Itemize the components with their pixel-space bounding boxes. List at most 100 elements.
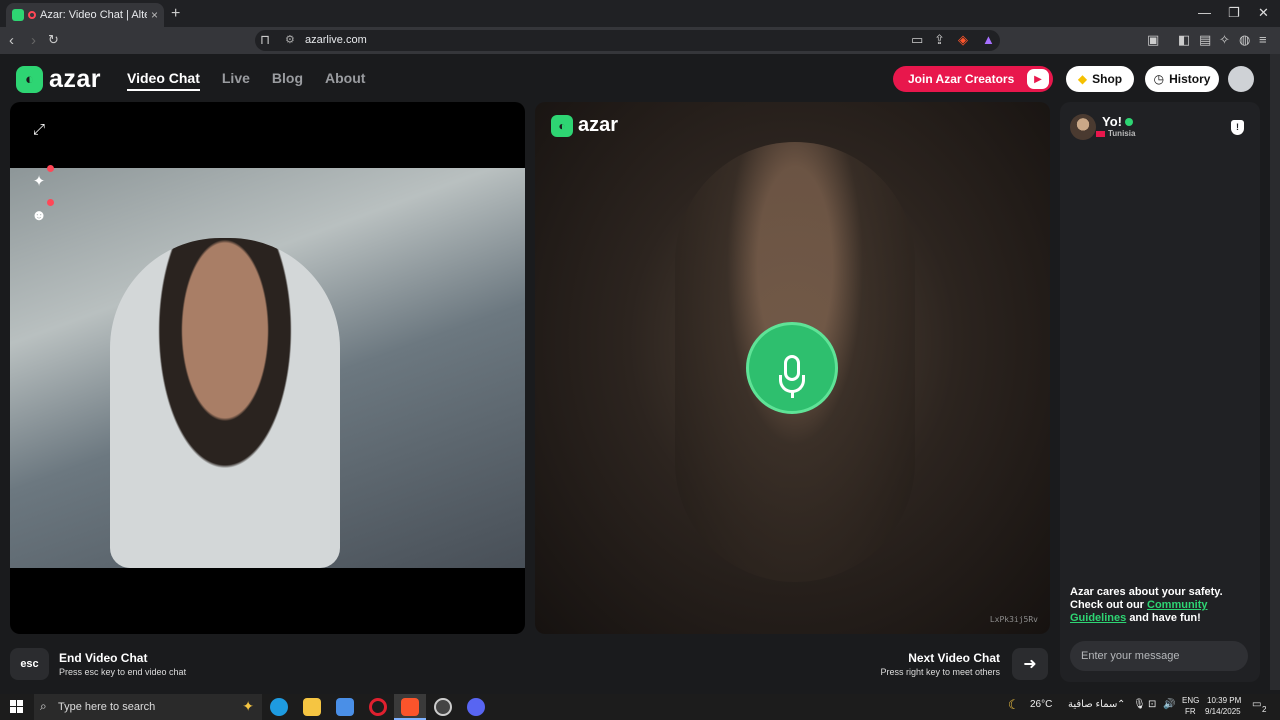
notification-icon[interactable]: ▭: [1252, 699, 1261, 710]
partner-pane-logo: ◐ azar: [551, 114, 618, 137]
nav-video-chat[interactable]: Video Chat: [127, 70, 200, 91]
maximize-button[interactable]: ❐: [1228, 5, 1240, 21]
url-text: azarlive.com: [305, 34, 367, 46]
next-video-chat-title[interactable]: Next Video Chat: [908, 651, 1000, 665]
browser-tab-bar: Azar: Video Chat | Alternative × + — ❐ ✕: [0, 0, 1280, 27]
peer-profile[interactable]: Yo! Tunisia: [1070, 114, 1135, 140]
page-scrollbar[interactable]: [1270, 54, 1280, 690]
peer-country: Tunisia: [1108, 129, 1136, 138]
vpn-icon[interactable]: ◍: [1239, 32, 1250, 48]
brave-rewards-icon[interactable]: ▲: [982, 32, 995, 47]
safety-notice: Azar cares about your safety. Check out …: [1070, 586, 1250, 625]
windows-start-icon[interactable]: [10, 700, 23, 713]
discord-icon[interactable]: [467, 698, 485, 716]
forward-icon[interactable]: ›: [31, 32, 36, 49]
my-camera-feed: [10, 168, 525, 568]
azar-logo[interactable]: ◐ azar: [16, 65, 101, 94]
flag-icon: [1096, 130, 1105, 137]
peer-avatar[interactable]: [1070, 114, 1096, 140]
tab-title: Azar: Video Chat | Alternative: [40, 9, 147, 21]
azar-favicon-icon: [12, 9, 24, 21]
shop-button[interactable]: ◆ Shop: [1066, 66, 1134, 92]
safety-line-3: and have fun!: [1129, 612, 1201, 624]
nav-about[interactable]: About: [325, 70, 365, 91]
browser-tab[interactable]: Azar: Video Chat | Alternative ×: [6, 3, 164, 27]
address-bar[interactable]: ⊓ ⚙ azarlive.com: [255, 30, 1000, 51]
language-fr[interactable]: FR: [1185, 707, 1196, 716]
obs-icon[interactable]: [434, 698, 452, 716]
volume-icon[interactable]: 🔊: [1163, 699, 1175, 710]
close-window-button[interactable]: ✕: [1258, 5, 1269, 21]
fullscreen-icon[interactable]: ⤢: [28, 118, 50, 140]
clock-time[interactable]: 10:39 PM: [1207, 696, 1241, 705]
mask-notification-dot: [47, 199, 54, 206]
arrow-right-icon[interactable]: ➜: [1012, 648, 1048, 680]
history-button[interactable]: ◷ History: [1145, 66, 1219, 92]
nav-blog[interactable]: Blog: [272, 70, 303, 91]
menu-icon[interactable]: ≡: [1259, 32, 1267, 47]
brave-icon[interactable]: [401, 698, 419, 716]
join-creators-button[interactable]: Join Azar Creators ▶: [893, 66, 1053, 92]
azar-watermark-icon: ◐: [551, 114, 573, 137]
share-icon[interactable]: ⇪: [934, 32, 945, 48]
nav-live[interactable]: Live: [222, 70, 250, 91]
sparkle-effects-icon[interactable]: ✦: [28, 165, 54, 192]
verified-icon: [1124, 118, 1133, 126]
reload-icon[interactable]: ↻: [48, 32, 59, 48]
play-icon: ▶: [1027, 69, 1049, 89]
site-info-icon[interactable]: ⚙: [285, 33, 295, 46]
brave-shields-icon[interactable]: ◈: [958, 32, 968, 48]
my-video-pane: ⤢ ✦ ☻: [10, 102, 525, 634]
sidebar-icon[interactable]: ◧: [1178, 32, 1190, 48]
weather-text[interactable]: سماء صافية: [1068, 699, 1117, 710]
my-camera-person: [110, 238, 340, 568]
weather-moon-icon[interactable]: ☾: [1008, 697, 1020, 713]
clock-icon: ◷: [1153, 72, 1165, 86]
taskbar-search[interactable]: ⌕ Type here to search ✦: [34, 694, 262, 720]
recording-indicator-icon: [28, 11, 36, 19]
user-icon[interactable]: [1228, 66, 1254, 92]
clock-date[interactable]: 9/14/2025: [1205, 707, 1241, 716]
tray-chevron-icon[interactable]: ⌃: [1117, 699, 1125, 710]
microphone-button[interactable]: [746, 322, 838, 414]
chat-panel: Yo! Tunisia ! Azar cares about your safe…: [1060, 102, 1260, 682]
taskbar-search-placeholder: Type here to search: [58, 701, 156, 713]
gem-icon: ◆: [1077, 72, 1088, 86]
minimize-button[interactable]: —: [1198, 5, 1211, 20]
tab-close-icon[interactable]: ×: [151, 8, 158, 22]
search-icon: ⌕: [40, 699, 47, 713]
safety-line-1: Azar cares about your safety.: [1070, 586, 1223, 598]
network-icon[interactable]: ⊡: [1148, 699, 1156, 710]
mic-tray-icon[interactable]: 🎙: [1133, 699, 1146, 710]
edge-icon[interactable]: [270, 698, 288, 716]
azar-logo-text: azar: [49, 65, 102, 93]
leo-ai-icon[interactable]: ✧: [1219, 32, 1230, 48]
message-input[interactable]: [1070, 641, 1248, 671]
cast-icon[interactable]: ▭: [911, 32, 923, 48]
shield-report-icon[interactable]: !: [1231, 120, 1244, 135]
emoji-mask-icon[interactable]: ☻: [28, 199, 54, 226]
new-tab-button[interactable]: +: [171, 5, 180, 23]
esc-key-button[interactable]: esc: [10, 648, 49, 680]
end-video-chat-hint: Press esc key to end video chat: [59, 667, 187, 677]
partner-video-pane: ◐ azar LxPk3ij5Rv: [535, 102, 1050, 634]
opera-icon[interactable]: [369, 698, 387, 716]
partner-user-code: LxPk3ij5Rv: [989, 615, 1038, 624]
safety-line-2: Check out our: [1070, 599, 1144, 611]
extensions-icon[interactable]: ▣: [1147, 32, 1159, 48]
wallet-icon[interactable]: ▤: [1199, 32, 1211, 48]
effects-notification-dot: [47, 165, 54, 172]
azar-logo-icon: ◐: [16, 66, 43, 93]
weather-temp[interactable]: 26°C: [1030, 699, 1052, 710]
azar-page: ◐ azar Video Chat Live Blog About Join A…: [0, 54, 1270, 690]
back-icon[interactable]: ‹: [9, 32, 14, 49]
bookmark-icon[interactable]: ⊓: [260, 32, 270, 48]
join-creators-label: Join Azar Creators: [908, 72, 1015, 86]
end-video-chat-title[interactable]: End Video Chat: [59, 651, 147, 665]
shop-label: Shop: [1092, 72, 1123, 86]
microsoft-store-icon[interactable]: [336, 698, 354, 716]
file-explorer-icon[interactable]: [303, 698, 321, 716]
language-eng[interactable]: ENG: [1182, 696, 1199, 705]
next-video-chat-hint: Press right key to meet others: [880, 667, 1000, 677]
windows-taskbar: ⌕ Type here to search ✦ ☾ 26°C سماء صافي…: [0, 694, 1280, 720]
